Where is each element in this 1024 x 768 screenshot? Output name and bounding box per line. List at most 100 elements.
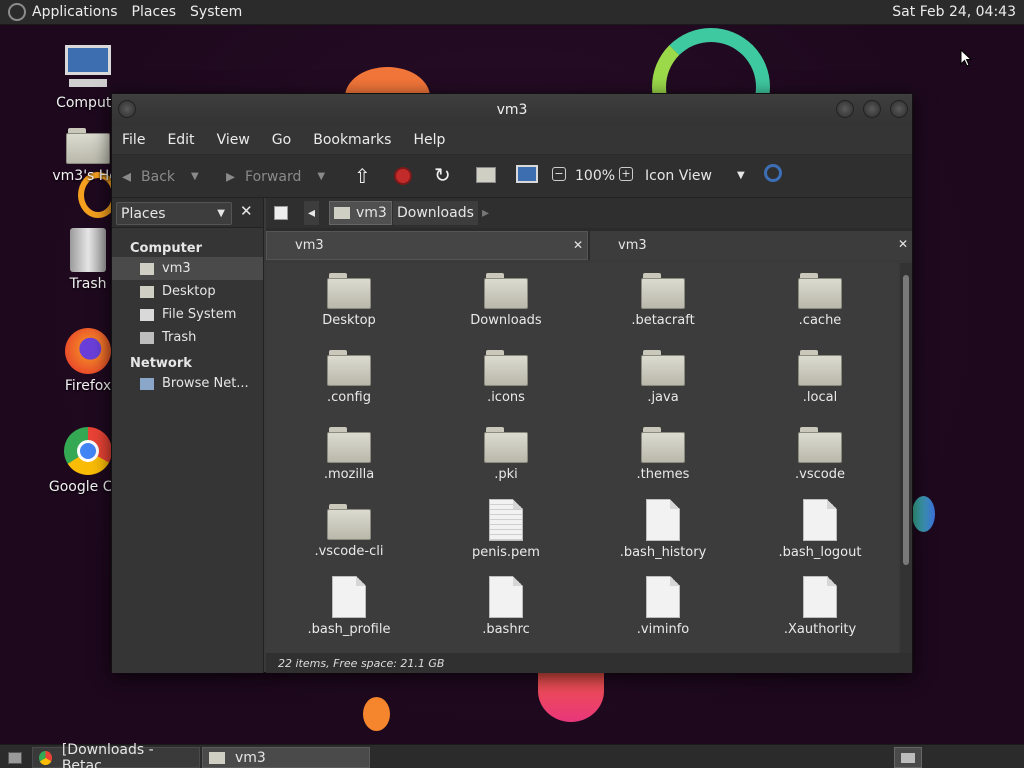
path-scroll-right-button[interactable]: ▸ [478, 201, 493, 225]
up-button[interactable]: ⇧ [354, 164, 371, 188]
back-button[interactable]: ◂ Back ▼ [122, 166, 199, 187]
search-icon [764, 164, 782, 182]
sidebar-item-label: vm3 [162, 261, 191, 276]
maximize-button[interactable] [863, 100, 881, 118]
tab-bar: vm3 ✕ vm3 ✕ [266, 228, 912, 260]
folder-icon [484, 350, 528, 386]
file-item[interactable]: .bash_logout [745, 499, 895, 560]
file-item[interactable]: Desktop [274, 273, 424, 328]
window-titlebar[interactable]: vm3 [112, 94, 912, 126]
tab-vm3-2[interactable]: vm3 ✕ [590, 231, 912, 260]
stop-icon [394, 167, 412, 185]
file-item[interactable]: .bashrc [431, 576, 581, 637]
show-desktop-button[interactable] [2, 747, 24, 768]
folder-icon [327, 427, 371, 463]
taskbar-item-label: vm3 [235, 749, 266, 766]
home-icon [334, 207, 350, 219]
wallpaper-shape [912, 496, 935, 532]
menu-logo-icon[interactable] [8, 3, 26, 21]
file-item[interactable]: .cache [745, 273, 895, 328]
file-item[interactable]: .config [274, 350, 424, 405]
file-item[interactable]: .java [588, 350, 738, 405]
close-tab-icon[interactable]: ✕ [898, 237, 908, 251]
path-scroll-left-button[interactable]: ◂ [304, 201, 320, 225]
taskbar-item-file-manager[interactable]: vm3 [202, 747, 370, 768]
sidebar-item-desktop[interactable]: Desktop [112, 280, 263, 303]
applications-menu[interactable]: Applications [32, 4, 118, 20]
menu-help[interactable]: Help [413, 132, 445, 148]
vertical-scrollbar[interactable] [900, 263, 912, 653]
file-item[interactable]: Downloads [431, 273, 581, 328]
close-sidebar-icon[interactable]: ✕ [240, 202, 253, 220]
home-button[interactable] [476, 167, 496, 183]
file-item-label: .vscode [795, 467, 845, 482]
file-item[interactable]: .icons [431, 350, 581, 405]
edit-location-button[interactable] [270, 201, 292, 225]
folder-icon [641, 350, 685, 386]
mouse-cursor-icon [960, 49, 972, 67]
menu-edit[interactable]: Edit [167, 132, 194, 148]
view-mode-select[interactable]: Icon View ▼ [645, 168, 750, 184]
tab-vm3-1[interactable]: vm3 ✕ [266, 231, 588, 260]
file-item-label: .mozilla [323, 467, 375, 482]
folder-icon [641, 273, 685, 309]
trash-icon [70, 228, 106, 272]
file-icon [803, 576, 837, 618]
file-item[interactable]: .pki [431, 427, 581, 482]
folder-icon [798, 273, 842, 309]
path-crumb-vm3[interactable]: vm3 [329, 201, 392, 225]
file-item[interactable]: .bash_profile [274, 576, 424, 637]
places-menu[interactable]: Places [132, 4, 177, 20]
workspace-switcher[interactable] [894, 747, 922, 768]
up-arrow-icon: ⇧ [354, 164, 371, 188]
file-item[interactable]: .viminfo [588, 576, 738, 637]
file-item-label: .bash_logout [778, 545, 862, 560]
minimize-button[interactable] [836, 100, 854, 118]
file-item[interactable]: .vscode-cli [274, 504, 424, 559]
file-item-label: .Xauthority [783, 622, 857, 637]
clock[interactable]: Sat Feb 24, 04:43 [892, 4, 1016, 20]
forward-history-chevron-icon[interactable]: ▼ [317, 171, 325, 182]
taskbar-item-browser[interactable]: [Downloads - Betac... [32, 742, 200, 768]
folder-icon [327, 273, 371, 309]
file-item[interactable]: penis.pem [431, 499, 581, 560]
file-manager-window: vm3 File Edit View Go Bookmarks Help ◂ B… [111, 93, 913, 673]
menu-view[interactable]: View [217, 132, 250, 148]
file-item[interactable]: .vscode [745, 427, 895, 482]
bottom-panel: [Downloads - Betac... vm3 [0, 742, 1024, 768]
computer-button[interactable] [516, 165, 538, 183]
file-item[interactable]: .mozilla [274, 427, 424, 482]
sidebar-section-network: Network [130, 356, 192, 371]
zoom-in-icon: + [619, 167, 633, 181]
folder-icon [798, 350, 842, 386]
search-button[interactable] [764, 164, 782, 182]
sidebar-type-select[interactable]: Places ▼ [116, 202, 232, 225]
scrollbar-thumb[interactable] [903, 275, 909, 565]
path-crumb-downloads[interactable]: Downloads [393, 201, 478, 225]
file-item[interactable]: .bash_history [588, 499, 738, 560]
sidebar-item-file-system[interactable]: File System [112, 303, 263, 326]
zoom-out-button[interactable]: − [552, 167, 566, 181]
sidebar-item-vm3[interactable]: vm3 [112, 257, 263, 280]
file-item[interactable]: .Xauthority [745, 576, 895, 637]
zoom-in-button[interactable]: + [619, 167, 633, 181]
reload-button[interactable]: ↻ [434, 163, 451, 187]
file-item[interactable]: .themes [588, 427, 738, 482]
close-window-button[interactable] [890, 100, 908, 118]
menu-bookmarks[interactable]: Bookmarks [313, 132, 391, 148]
system-menu[interactable]: System [190, 4, 242, 20]
menu-go[interactable]: Go [272, 132, 291, 148]
sidebar-item-label: Desktop [162, 284, 216, 299]
sidebar-item-browse-network[interactable]: Browse Net... [112, 372, 263, 395]
stop-button[interactable] [394, 167, 412, 185]
back-arrow-icon: ◂ [122, 166, 132, 187]
back-history-chevron-icon[interactable]: ▼ [191, 171, 199, 182]
sidebar-item-label: Browse Net... [162, 376, 249, 391]
file-item[interactable]: .betacraft [588, 273, 738, 328]
close-tab-icon[interactable]: ✕ [573, 238, 583, 252]
trash-icon [140, 331, 154, 344]
menu-file[interactable]: File [122, 132, 145, 148]
sidebar-item-trash[interactable]: Trash [112, 326, 263, 349]
file-item[interactable]: .local [745, 350, 895, 405]
forward-button[interactable]: ▸ Forward ▼ [226, 166, 325, 187]
